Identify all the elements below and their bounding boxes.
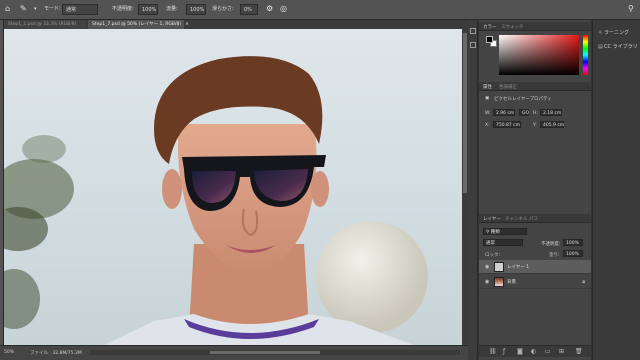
color-field[interactable] <box>499 35 579 75</box>
mask-icon[interactable]: ◙ <box>517 348 523 355</box>
learn-item[interactable]: ☼ ラーニング <box>598 28 629 38</box>
height-field[interactable]: 2.18 cm <box>540 109 562 116</box>
mode-select[interactable]: 通常 <box>62 4 98 15</box>
scroll-thumb[interactable] <box>463 33 467 193</box>
panel-icon-strip <box>468 20 478 360</box>
lock-label: ロック: <box>485 253 501 258</box>
cc-libraries-item[interactable]: ▤CC ライブラリ <box>598 42 638 52</box>
trash-icon[interactable]: 🗑︎ <box>575 348 583 355</box>
adjustments-icon[interactable] <box>470 42 476 48</box>
status-bar: 50% ファイル : 32.8M/75.3M <box>0 345 468 360</box>
smoothing-field[interactable]: 0% <box>240 4 258 15</box>
group-icon[interactable]: ▭ <box>545 348 551 355</box>
home-icon[interactable]: ⌂ <box>5 3 10 14</box>
new-layer-icon[interactable]: ⊞ <box>559 348 564 355</box>
tab-step1-7[interactable]: Step1_7.psd @ 50% (レイヤー 1, RGB/8) × <box>88 20 189 29</box>
close-icon[interactable]: × <box>185 22 189 27</box>
brush-size-picker[interactable]: ▾ <box>34 4 37 15</box>
properties-panel-header: 属性 色調補正 <box>479 82 591 91</box>
zoom-level[interactable]: 50% <box>4 350 14 355</box>
layer-name: レイヤー 1 <box>507 265 530 270</box>
layer-fill-field[interactable]: 100% <box>563 250 583 257</box>
color-swatches <box>486 36 498 48</box>
h-label: H: <box>533 111 538 116</box>
pixel-layer-icon: ▣ <box>485 96 490 101</box>
link-layers-icon[interactable]: ⛓ <box>489 348 497 355</box>
eye-icon[interactable]: ◉ <box>485 264 489 270</box>
tab-label: Step1_7.psd @ 50% (レイヤー 1, RGB/8) <box>92 22 182 27</box>
layers-footer: ⛓ ƒ ◙ ◐ ▭ ⊞ 🗑︎ <box>479 345 591 357</box>
flow-field[interactable]: 100% <box>186 4 206 15</box>
layer-thumbnail <box>494 277 504 287</box>
cc-libraries-label: CC ライブラリ <box>604 44 638 50</box>
history-icon[interactable] <box>470 28 476 34</box>
lock-icon: 🔒︎ <box>582 279 585 285</box>
layer-opacity-field[interactable]: 100% <box>563 239 583 246</box>
fx-icon[interactable]: ƒ <box>503 348 505 355</box>
y-label: Y: <box>533 123 537 128</box>
mode-label: モード: <box>44 6 61 12</box>
w-label: W: <box>485 111 491 116</box>
opacity-label: 不透明度: <box>112 6 134 12</box>
brush-tool-icon[interactable]: ✎ <box>20 3 27 14</box>
layer-filter-select[interactable]: ⚲ 種類 <box>483 228 527 235</box>
doc-info: ファイル : 32.8M/75.3M <box>30 351 82 356</box>
foreground-color-swatch[interactable] <box>486 36 493 43</box>
tab-layers[interactable]: レイヤー <box>483 216 501 222</box>
x-label: X: <box>485 123 490 128</box>
layers-panel-header: レイヤー チャンネル パス <box>479 214 591 223</box>
learn-libraries-column: ☼ ラーニング ▤CC ライブラリ <box>592 20 640 360</box>
layer-row-background[interactable]: ◉ 背景 🔒︎ <box>479 275 591 289</box>
document-canvas[interactable] <box>4 29 462 345</box>
photo-image <box>4 56 428 345</box>
tab-paths[interactable]: パス <box>529 216 538 222</box>
document-tabs: Step1_1.psd @ 33.3% (RGB/8) Step1_7.psd … <box>4 20 468 29</box>
tab-label: Step1_1.psd @ 33.3% (RGB/8) <box>8 22 77 27</box>
layer-name: 背景 <box>507 280 516 285</box>
filter-label: 種類 <box>490 230 500 235</box>
learn-label: ラーニング <box>604 30 630 36</box>
tab-step1-1[interactable]: Step1_1.psd @ 33.3% (RGB/8) <box>4 20 86 29</box>
tab-properties[interactable]: 属性 <box>483 84 492 90</box>
x-field[interactable]: 750.87 cm <box>493 121 521 128</box>
pressure-icon[interactable]: ◎ <box>280 3 287 14</box>
scroll-thumb[interactable] <box>210 351 320 354</box>
properties-subtitle: ピクセルレイヤープロパティ <box>494 97 552 102</box>
layer-row-layer1[interactable]: ◉ レイヤー 1 <box>479 260 591 274</box>
blend-mode-select[interactable]: 通常 <box>483 239 523 246</box>
color-panel-header: カラー スウォッチ <box>479 22 591 31</box>
tab-channels[interactable]: チャンネル <box>505 216 527 222</box>
tab-color[interactable]: カラー <box>483 24 497 30</box>
options-bar: ⌂ ✎ ▾ モード: 通常 不透明度: 100% 流量: 100% 滑らかさ: … <box>0 0 640 20</box>
tab-adjustments[interactable]: 色調補正 <box>499 84 517 90</box>
fill-label: 塗り: <box>549 253 560 258</box>
settings-icon[interactable]: ⚙ <box>266 3 273 14</box>
link-button[interactable]: GO <box>519 109 529 116</box>
y-field[interactable]: 405.9 cm <box>540 121 564 128</box>
horizontal-scrollbar[interactable] <box>90 350 460 355</box>
opacity-label: 不透明度: <box>541 242 561 247</box>
tab-swatches[interactable]: スウォッチ <box>501 24 524 30</box>
search-icon[interactable]: ⚲ <box>628 3 634 14</box>
width-field[interactable]: 2.96 cm <box>493 109 515 116</box>
smoothing-label: 滑らかさ: <box>212 6 234 12</box>
opacity-field[interactable]: 100% <box>138 4 158 15</box>
layer-thumbnail <box>494 262 504 272</box>
adjustment-layer-icon[interactable]: ◐ <box>531 348 536 355</box>
eye-icon[interactable]: ◉ <box>485 279 489 285</box>
flow-label: 流量: <box>166 6 178 12</box>
hue-slider[interactable] <box>583 35 588 75</box>
